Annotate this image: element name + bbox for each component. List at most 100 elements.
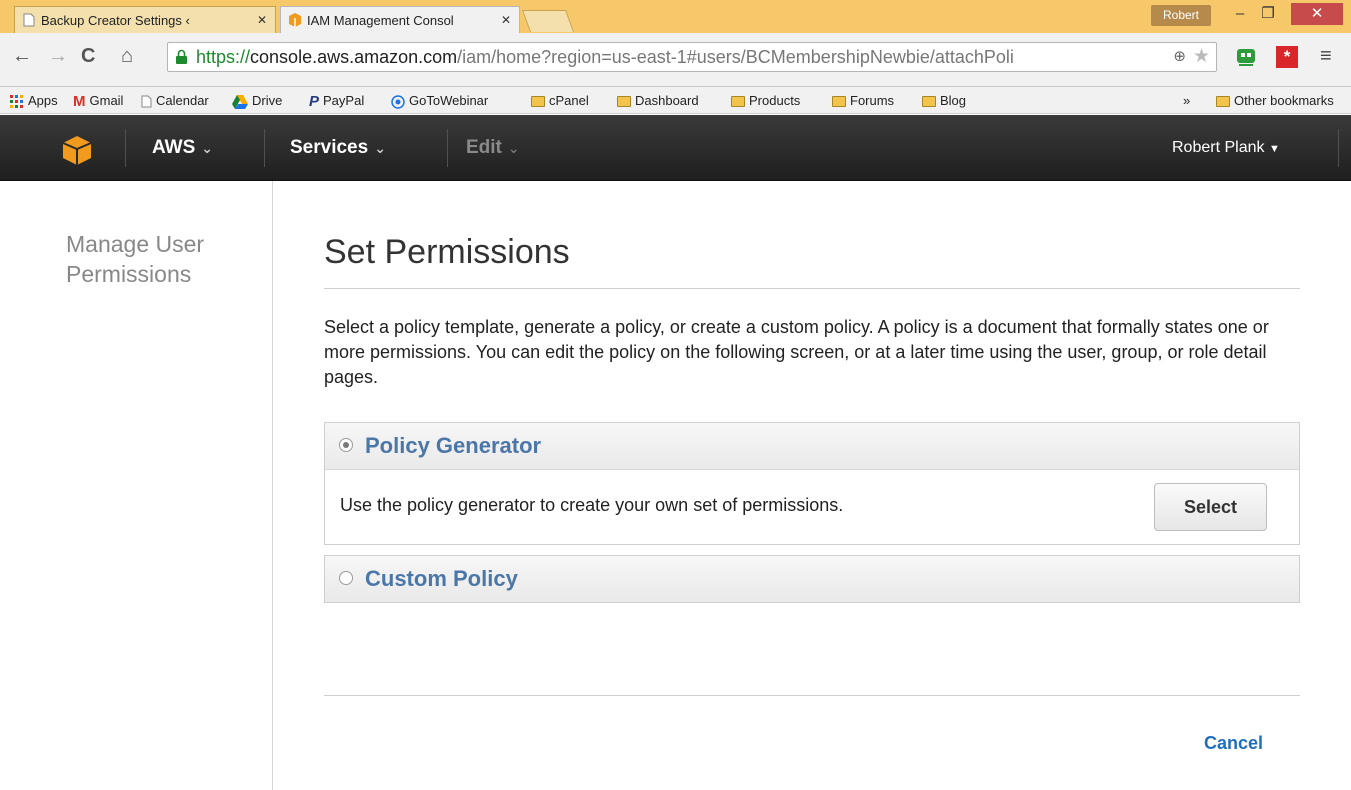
tab-iam-management-console[interactable]: IAM Management Consol ✕ <box>280 6 520 33</box>
close-icon[interactable]: ✕ <box>257 7 267 33</box>
bookmark-label: Drive <box>252 93 283 108</box>
page-icon <box>141 95 152 108</box>
divider <box>264 129 265 167</box>
page-title: Set Permissions <box>324 233 570 271</box>
folder-icon <box>617 96 631 108</box>
bookmarks-overflow-button[interactable]: » <box>1183 87 1190 114</box>
option-header[interactable]: Policy Generator <box>325 423 1299 469</box>
user-name: Robert Plank <box>1172 139 1265 156</box>
bookmark-label: GoToWebinar <box>409 93 489 108</box>
bookmark-label: Calendar <box>156 93 209 108</box>
new-tab-button[interactable] <box>521 10 575 32</box>
folder-icon <box>922 96 936 108</box>
apps-grid-icon <box>10 94 23 108</box>
divider <box>447 129 448 167</box>
tab-label: IAM Management Consol <box>307 13 454 28</box>
bookmark-gotowebinar[interactable]: GoToWebinar <box>391 87 488 114</box>
select-button[interactable]: Select <box>1154 483 1267 531</box>
extension-lastpass-icon[interactable]: * <box>1276 46 1298 68</box>
close-window-icon[interactable]: ✕ <box>1291 3 1343 25</box>
divider <box>1338 129 1339 167</box>
browser-toolbar: ← → C ⌂ https://console.aws.amazon.com/i… <box>0 33 1351 87</box>
folder-icon <box>731 96 745 108</box>
sidebar: Manage User Permissions <box>0 181 273 790</box>
gotowebinar-icon <box>391 94 405 109</box>
aws-header: AWS ⌄ Services ⌄ Edit ⌄ Robert Plank ▼ <box>0 115 1351 181</box>
tab-backup-creator-settings[interactable]: Backup Creator Settings ‹ ✕ <box>14 6 276 33</box>
close-icon[interactable]: ✕ <box>501 7 511 33</box>
tab-label: Backup Creator Settings ‹ <box>41 13 190 28</box>
option-label[interactable]: Custom Policy <box>365 566 518 592</box>
cancel-link[interactable]: Cancel <box>1204 733 1263 754</box>
aws-menu[interactable]: AWS ⌄ <box>152 115 213 181</box>
option-custom-policy: Custom Policy <box>324 555 1300 603</box>
back-arrow-icon[interactable]: ← <box>12 45 32 68</box>
lock-icon <box>176 49 187 64</box>
reload-icon[interactable]: C <box>81 45 95 68</box>
drive-icon <box>232 94 248 109</box>
tab-strip: Backup Creator Settings ‹ ✕ IAM Manageme… <box>0 0 1351 33</box>
url-scheme: https:// <box>196 47 251 67</box>
folder-icon <box>531 96 545 108</box>
option-header[interactable]: Custom Policy <box>325 556 1299 602</box>
services-menu-label: Services <box>290 137 369 158</box>
bookmark-forums[interactable]: Forums <box>832 87 894 114</box>
minimize-icon[interactable]: – <box>1228 3 1252 25</box>
bookmark-apps[interactable]: Apps <box>10 87 58 114</box>
bookmark-blog[interactable]: Blog <box>922 87 966 114</box>
bookmarks-bar: Apps M Gmail Calendar Drive P PayPal GoToW… <box>0 87 1351 114</box>
bookmark-paypal[interactable]: P PayPal <box>309 87 364 114</box>
intro-text: Select a policy template, generate a pol… <box>324 317 1269 387</box>
title-divider <box>324 288 1300 289</box>
bookmark-star-icon[interactable]: ★ <box>1193 45 1210 68</box>
divider <box>125 129 126 167</box>
option-description: Use the policy generator to create your … <box>340 495 844 515</box>
maximize-icon[interactable]: ❐ <box>1256 3 1280 25</box>
bookmark-label: Forums <box>850 93 895 108</box>
aws-cube-icon <box>289 13 301 27</box>
address-bar[interactable]: https://console.aws.amazon.com/iam/home?… <box>167 42 1217 72</box>
user-menu[interactable]: Robert Plank ▼ <box>1172 115 1280 181</box>
caret-down-icon: ▼ <box>1268 143 1280 155</box>
bookmark-label: cPanel <box>549 93 589 108</box>
custom-policy-radio[interactable] <box>339 571 353 585</box>
bookmark-label: Blog <box>940 93 967 108</box>
bookmark-label: Other bookmarks <box>1234 93 1334 108</box>
chrome-menu-icon[interactable]: ≡ <box>1320 45 1332 68</box>
policy-generator-radio[interactable] <box>339 438 353 452</box>
url-text: https://console.aws.amazon.com/iam/home?… <box>196 46 1014 68</box>
extension-robot-icon[interactable] <box>1235 46 1257 68</box>
page-icon <box>23 13 35 27</box>
edit-menu[interactable]: Edit ⌄ <box>466 115 520 181</box>
chevron-down-icon: ⌄ <box>374 140 386 156</box>
zoom-icon[interactable]: ⊕ <box>1173 47 1186 65</box>
option-body: Use the policy generator to create your … <box>325 469 1299 544</box>
folder-icon <box>832 96 846 108</box>
aws-cube-logo-icon[interactable] <box>62 135 92 165</box>
profile-button[interactable]: Robert <box>1151 5 1211 26</box>
bookmark-dashboard[interactable]: Dashboard <box>617 87 699 114</box>
bookmark-products[interactable]: Products <box>731 87 800 114</box>
gmail-icon: M <box>73 93 86 111</box>
bookmark-label: Dashboard <box>635 93 699 108</box>
paypal-icon: P <box>309 93 320 111</box>
footer-divider <box>324 695 1300 696</box>
url-path: /iam/home?region=us-east-1#users/BCMembe… <box>457 47 1014 67</box>
home-icon[interactable]: ⌂ <box>121 45 133 68</box>
aws-menu-label: AWS <box>152 137 196 158</box>
bookmark-label: Products <box>749 93 801 108</box>
bookmark-cpanel[interactable]: cPanel <box>531 87 589 114</box>
bookmark-gmail[interactable]: M Gmail <box>73 87 123 114</box>
forward-arrow-icon[interactable]: → <box>48 45 68 68</box>
bookmark-label: Gmail <box>89 93 124 108</box>
bookmark-calendar[interactable]: Calendar <box>141 87 209 114</box>
services-menu[interactable]: Services ⌄ <box>290 115 386 181</box>
bookmark-label: Apps <box>28 93 58 108</box>
folder-icon <box>1216 96 1230 108</box>
bookmark-drive[interactable]: Drive <box>232 87 282 114</box>
bookmark-label: PayPal <box>323 93 365 108</box>
bookmark-other-bookmarks[interactable]: Other bookmarks <box>1216 87 1334 114</box>
option-policy-generator: Policy Generator Use the policy generato… <box>324 422 1300 545</box>
option-label[interactable]: Policy Generator <box>365 433 541 459</box>
chevron-down-icon: ⌄ <box>507 140 520 156</box>
